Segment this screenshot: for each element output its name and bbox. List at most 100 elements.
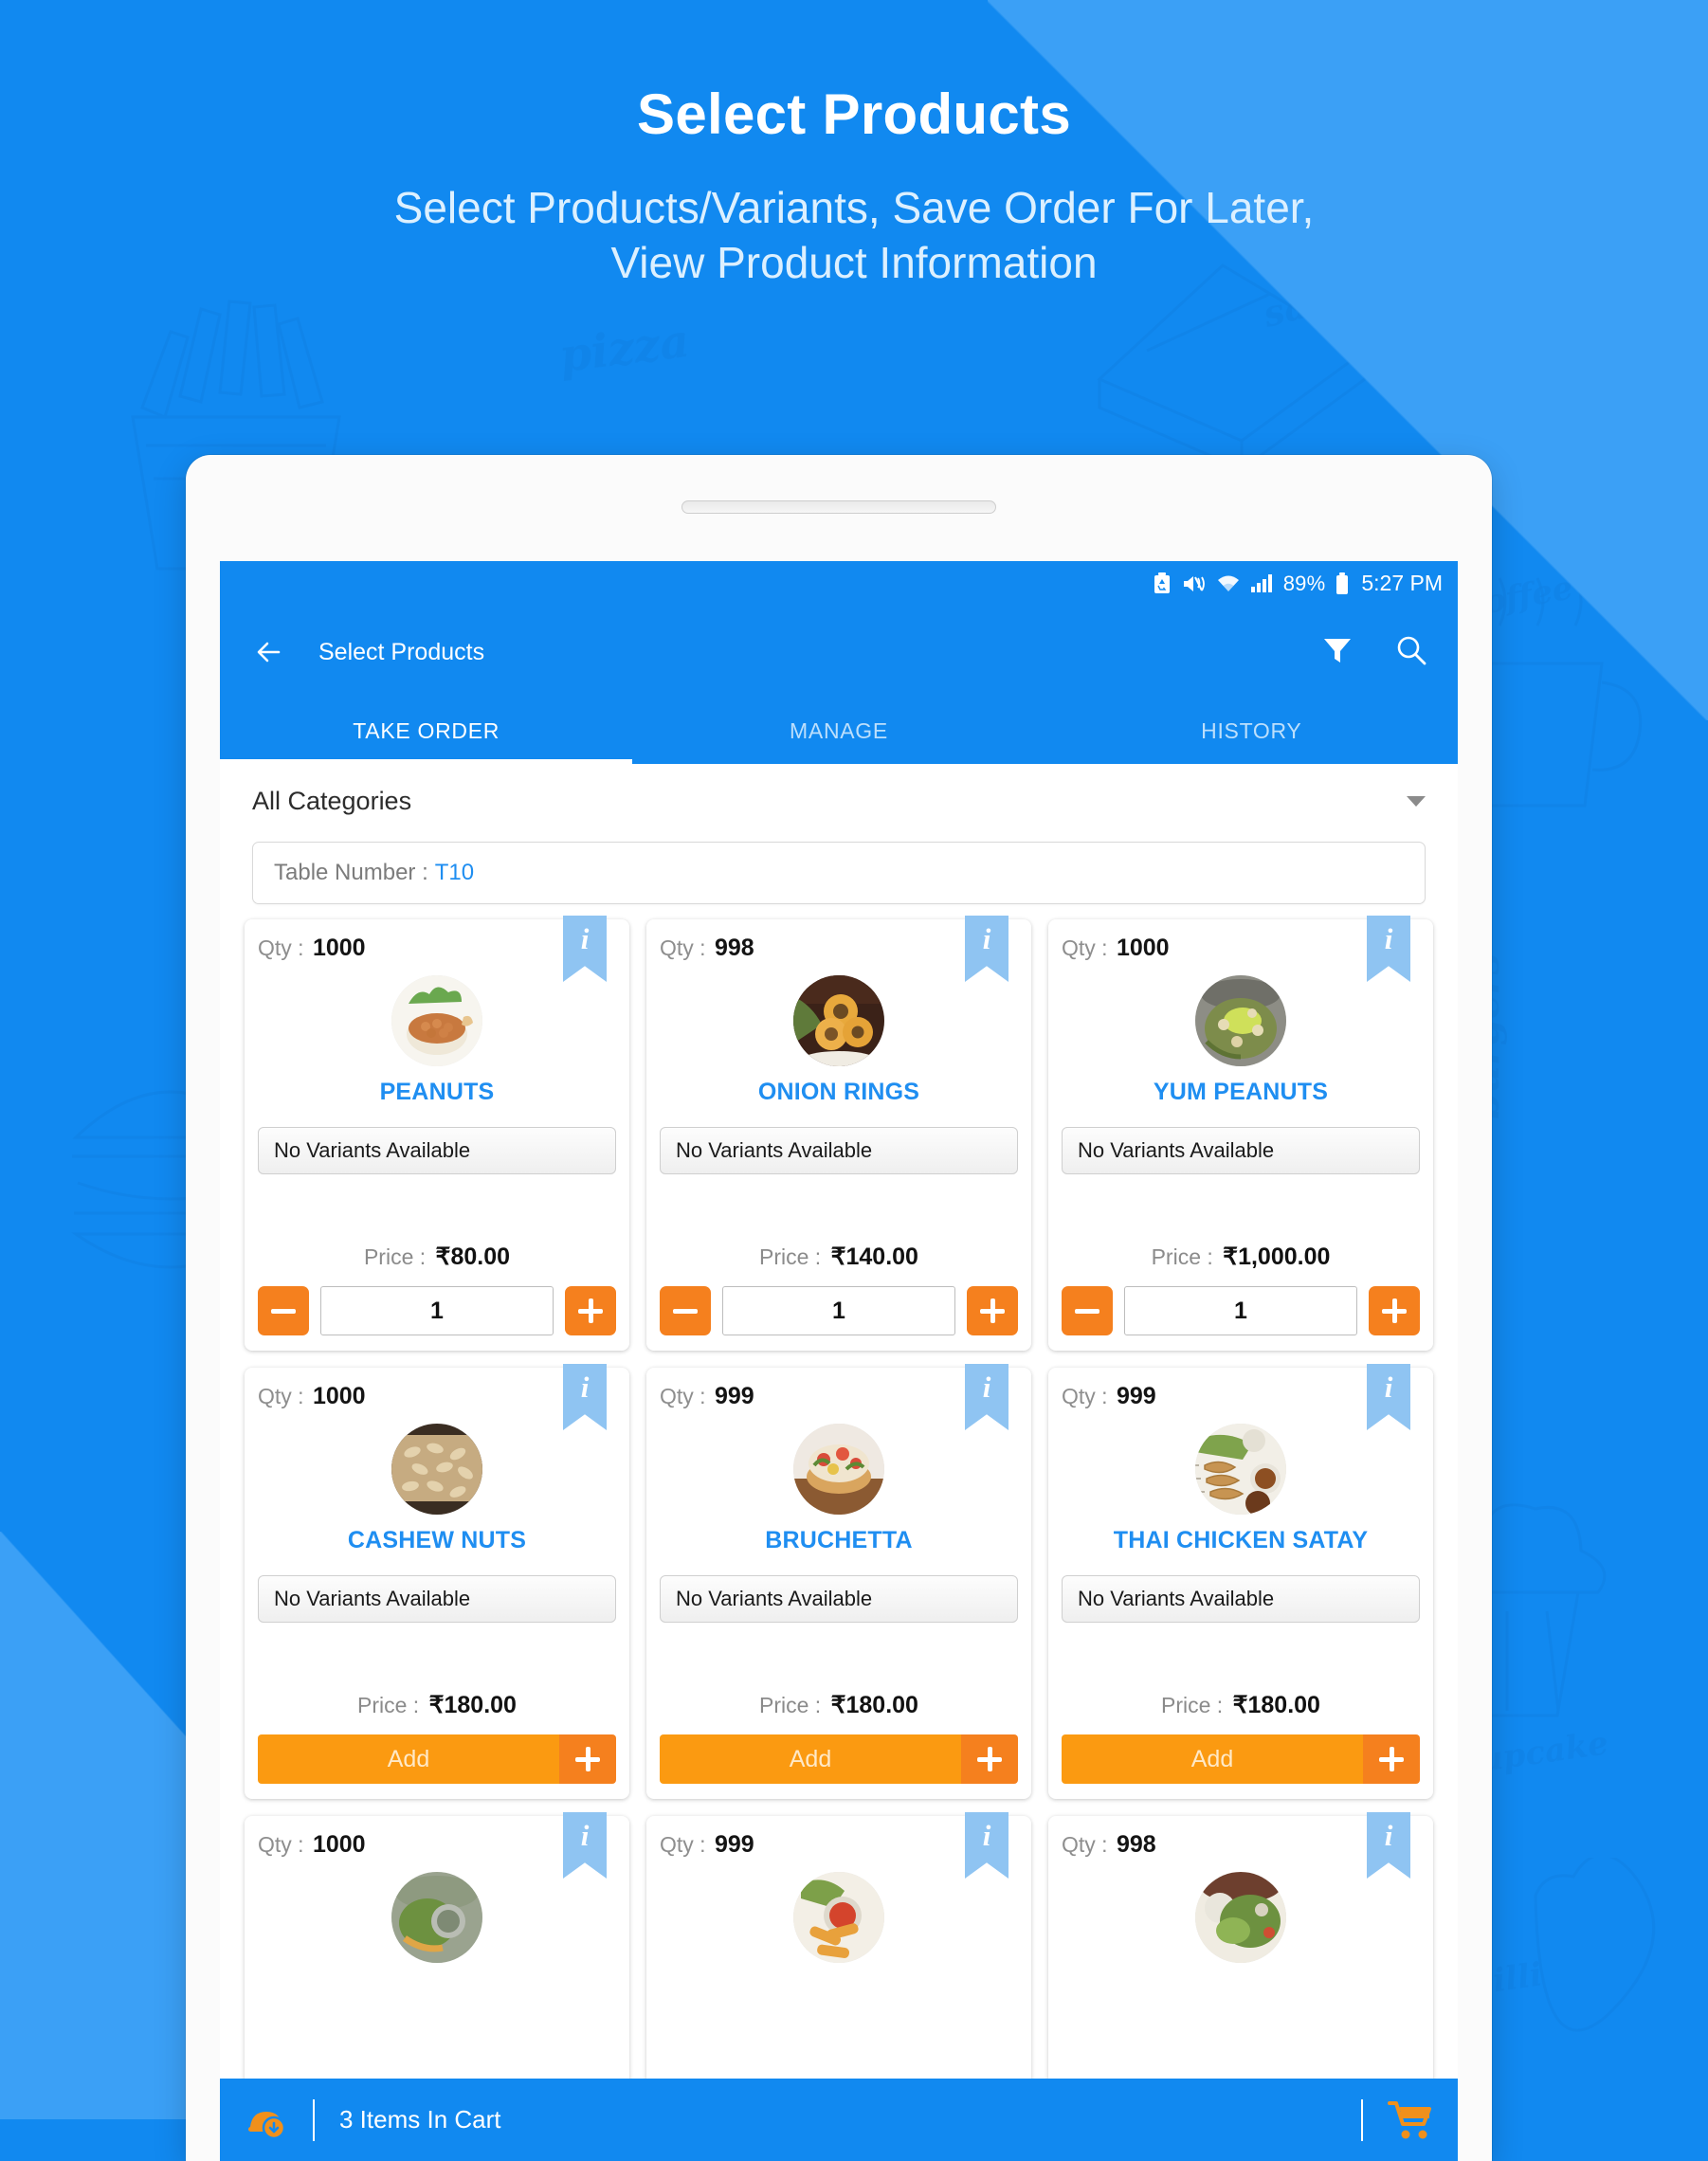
increment-button[interactable] [967,1286,1018,1335]
product-qty-label: Qty : [1062,935,1108,960]
info-bookmark-icon[interactable]: i [965,1812,1008,1879]
cart-divider-right [1361,2098,1363,2141]
product-qty-label: Qty : [660,1832,706,1857]
info-bookmark-icon[interactable]: i [965,916,1008,982]
quantity-input[interactable]: 1 [1124,1286,1357,1335]
product-qty-label: Qty : [258,1832,304,1857]
product-qty-label: Qty : [1062,1832,1108,1857]
shopping-cart-icon[interactable] [1388,2099,1433,2141]
minus-icon [1075,1308,1099,1314]
decrement-button[interactable] [660,1286,711,1335]
add-plus-button[interactable] [961,1734,1018,1784]
minus-icon [271,1308,296,1314]
product-variant-select[interactable]: No Variants Available [1062,1126,1420,1174]
product-price-value: ₹140.00 [830,1244,918,1270]
tab-bar: TAKE ORDER MANAGE HISTORY [220,699,1458,764]
info-bookmark-icon[interactable]: i [1367,1364,1410,1430]
cashew-nuts-photo [391,1424,482,1515]
page-title: Select Products [637,82,1071,146]
signal-icon [1250,573,1273,593]
device-screen: 89% 5:27 PM Select Products TAKE ORDER M… [220,561,1458,2161]
add-plus-button[interactable] [1363,1734,1420,1784]
product-qty-label: Qty : [660,1384,706,1408]
product-price-value: ₹180.00 [830,1692,918,1718]
product-qty-value: 1000 [1116,935,1170,961]
product-price-label: Price : [1151,1244,1213,1269]
info-bookmark-icon[interactable]: i [563,1364,607,1430]
dip-sauce-photo [793,1872,884,1963]
plus-icon [578,1298,603,1323]
product-card[interactable]: Qty : 1000 i [245,916,629,1351]
product-variant-value: No Variants Available [274,1137,471,1162]
filter-icon[interactable] [1321,634,1354,671]
add-to-cart-label: Add [660,1734,961,1784]
product-card[interactable]: Qty : 1000 i [1048,916,1433,1351]
product-qty: Qty : 1000 [258,1831,616,1859]
speaker-grille [681,500,996,514]
yum-peanuts-photo [1195,975,1286,1066]
bruchetta-photo [793,1424,884,1515]
product-thumbnail [1195,1424,1286,1515]
decrement-button[interactable] [258,1286,309,1335]
info-bookmark-icon[interactable]: i [1367,916,1410,982]
tab-take-order[interactable]: TAKE ORDER [220,699,633,764]
product-variant-select[interactable]: No Variants Available [258,1574,616,1623]
quantity-stepper: 1 [258,1286,616,1335]
save-order-icon[interactable] [245,2098,288,2142]
android-status-bar: 89% 5:27 PM [220,561,1458,606]
product-variant-value: No Variants Available [676,1137,873,1162]
quantity-input[interactable]: 1 [320,1286,554,1335]
doodle-word-pizza: pizza [556,314,693,384]
add-to-cart-button[interactable]: Add [258,1734,616,1784]
product-qty: Qty : 1000 [258,935,616,962]
green-dish-photo [391,1872,482,1963]
product-name: CASHEW NUTS [347,1527,527,1553]
product-card[interactable]: Qty : 1000 i [245,1364,629,1799]
increment-button[interactable] [565,1286,616,1335]
product-qty-label: Qty : [1062,1384,1108,1408]
tab-manage[interactable]: MANAGE [632,699,1045,764]
add-to-cart-button[interactable]: Add [660,1734,1018,1784]
product-qty-value: 999 [714,1831,754,1858]
table-number-field[interactable]: Table Number : T10 [252,842,1426,904]
product-price-label: Price : [363,1244,427,1269]
info-bookmark-icon[interactable]: i [1367,1812,1410,1879]
product-thumbnail [1195,1872,1286,1963]
product-variant-select[interactable]: No Variants Available [660,1574,1018,1623]
info-bookmark-icon[interactable]: i [563,916,607,982]
product-thumbnail [793,975,884,1066]
cart-divider-left [313,2098,315,2141]
info-bookmark-icon[interactable]: i [965,1364,1008,1430]
hero-text-block: Select Products Select Products/Variants… [0,0,1708,291]
product-variant-select[interactable]: No Variants Available [258,1126,616,1174]
add-plus-button[interactable] [559,1734,616,1784]
decrement-button[interactable] [1062,1286,1113,1335]
cart-items-label: 3 Items In Cart [339,2105,501,2134]
product-variant-select[interactable]: No Variants Available [1062,1574,1420,1623]
category-dropdown[interactable]: All Categories [220,764,1458,838]
product-price-value: ₹180.00 [428,1692,517,1718]
recycle-icon [1153,572,1172,595]
product-qty: Qty : 998 [1062,1831,1420,1859]
product-card[interactable]: Qty : 999 i [1048,1364,1433,1799]
quantity-input[interactable]: 1 [722,1286,955,1335]
main-content: All Categories Table Number : T10 Qty : … [220,764,1458,2161]
chilli-doodle-icon [1534,1858,1656,2032]
category-dropdown-value: All Categories [252,786,412,815]
table-number-label: Table Number : [274,860,428,885]
product-price: Price : ₹1,000.00 [1062,1218,1420,1271]
product-qty-value: 999 [1116,1383,1156,1409]
search-icon[interactable] [1395,634,1427,671]
product-thumbnail [793,1872,884,1963]
product-price-value: ₹180.00 [1232,1692,1320,1718]
product-price-label: Price : [1161,1693,1224,1717]
add-to-cart-button[interactable]: Add [1062,1734,1420,1784]
product-variant-select[interactable]: No Variants Available [660,1126,1018,1174]
tab-history[interactable]: HISTORY [1045,699,1458,764]
product-card[interactable]: Qty : 998 i [646,916,1031,1351]
info-bookmark-icon[interactable]: i [563,1812,607,1879]
add-to-cart-label: Add [258,1734,559,1784]
product-card[interactable]: Qty : 999 i [646,1364,1031,1799]
increment-button[interactable] [1369,1286,1420,1335]
back-arrow-icon[interactable] [250,633,288,671]
